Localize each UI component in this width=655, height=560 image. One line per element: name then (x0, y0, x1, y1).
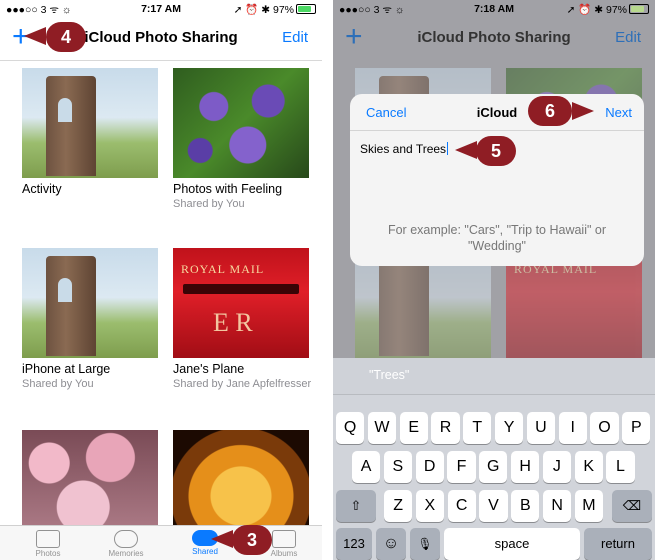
tab-label: Memories (108, 549, 144, 558)
callout-5-arrow (455, 141, 477, 159)
album-janes-plane[interactable]: ROYAL MAIL E R Jane's Plane Shared by Ja… (173, 248, 313, 390)
battery-label: ➚ ⏰ ✱ 97% (566, 4, 627, 16)
key-p[interactable]: P (622, 412, 651, 444)
key-z[interactable]: Z (384, 490, 413, 522)
numbers-key[interactable]: 123 (336, 528, 372, 560)
album-thumbnail (173, 430, 309, 540)
key-i[interactable]: I (558, 412, 587, 444)
key-q[interactable]: Q (336, 412, 365, 444)
album-owner: Shared by You (22, 378, 94, 390)
key-s[interactable]: S (383, 451, 412, 483)
navigation-bar: + iCloud Photo Sharing Edit (333, 18, 655, 60)
key-o[interactable]: O (590, 412, 619, 444)
key-t[interactable]: T (463, 412, 492, 444)
battery-status: ➚ ⏰ ✱ 97% (234, 3, 316, 16)
callout-6-arrow (572, 102, 594, 120)
key-x[interactable]: X (415, 490, 444, 522)
battery-icon (296, 4, 316, 14)
albums-icon (272, 530, 296, 548)
album-owner: Shared by Jane Apfelfresser (173, 378, 312, 390)
status-bar: ●●●○○ 3 ᯤ ☼ 7:17 AM ➚ ⏰ ✱ 97% (0, 0, 322, 18)
key-j[interactable]: J (542, 451, 571, 483)
space-key[interactable]: space (444, 528, 580, 560)
album-thumbnail (173, 68, 309, 178)
key-l[interactable]: L (606, 451, 635, 483)
tab-label: Photos (35, 549, 61, 558)
battery-status: ➚ ⏰ ✱ 97% (567, 3, 649, 16)
album-name-input[interactable]: Skies and Trees (360, 142, 449, 156)
backspace-key[interactable]: ⌫ (612, 490, 652, 522)
suggestion-item[interactable]: "Trees" (369, 368, 409, 382)
album-thumbnail (22, 68, 158, 178)
mailbox-cypher: E R (213, 308, 253, 337)
new-album-dialog: Cancel iCloud Next Skies and Trees For e… (350, 94, 644, 266)
album-photos-with-feeling[interactable]: Photos with Feeling Shared by You (173, 68, 313, 210)
album-thumbnail (22, 248, 158, 358)
album-activity[interactable]: Activity (22, 68, 162, 196)
suggestion-bar: "Trees" (333, 358, 655, 395)
status-bar: ●●●○○ 3 ᯤ ☼ 7:18 AM ➚ ⏰ ✱ 97% (333, 0, 655, 18)
tab-label: Shared (192, 547, 218, 556)
dialog-header: Cancel iCloud Next (350, 94, 644, 131)
album-owner: Shared by You (173, 198, 245, 210)
battery-label: ➚ ⏰ ✱ 97% (233, 4, 294, 16)
key-c[interactable]: C (447, 490, 476, 522)
mailbox-lettering: ROYAL MAIL (181, 262, 265, 276)
tab-label: Albums (270, 549, 298, 558)
emoji-key[interactable]: ☺ (376, 528, 406, 560)
text-cursor (447, 142, 449, 155)
keyboard: "Trees" QWERTYUIOP ASDFGHJKL ZXCVBNM ⇧ ⌫… (333, 358, 655, 560)
callout-3-arrow (211, 530, 233, 548)
album-blossoms[interactable] (22, 430, 162, 540)
callout-4-arrow (24, 27, 46, 45)
key-n[interactable]: N (543, 490, 572, 522)
album-name-hint: For example: "Cars", "Trip to Hawaii" or… (387, 223, 607, 253)
key-w[interactable]: W (367, 412, 396, 444)
key-m[interactable]: M (574, 490, 603, 522)
album-name: Jane's Plane (173, 362, 245, 376)
key-v[interactable]: V (479, 490, 508, 522)
key-h[interactable]: H (511, 451, 540, 483)
edit-button[interactable]: Edit (282, 29, 308, 46)
tab-memories[interactable]: Memories (96, 530, 156, 558)
key-e[interactable]: E (399, 412, 428, 444)
callout-3: 3 (232, 525, 272, 555)
left-screen: ●●●○○ 3 ᯤ ☼ 7:17 AM ➚ ⏰ ✱ 97% + iCloud P… (0, 0, 322, 560)
key-d[interactable]: D (415, 451, 444, 483)
tab-photos[interactable]: Photos (18, 530, 78, 558)
callout-4: 4 (46, 22, 86, 52)
next-button[interactable]: Next (605, 105, 632, 120)
album-thumbnail: ROYAL MAIL E R (173, 248, 309, 358)
shift-key[interactable]: ⇧ (336, 490, 376, 522)
edit-button: Edit (615, 29, 641, 46)
key-f[interactable]: F (447, 451, 476, 483)
album-name: iPhone at Large (22, 362, 111, 376)
key-k[interactable]: K (574, 451, 603, 483)
key-g[interactable]: G (479, 451, 508, 483)
album-pumpkin[interactable] (173, 430, 313, 540)
photos-icon (36, 530, 60, 548)
album-iphone-at-large[interactable]: iPhone at Large Shared by You (22, 248, 162, 390)
key-u[interactable]: U (526, 412, 555, 444)
battery-icon (629, 4, 649, 14)
return-key[interactable]: return (584, 528, 652, 560)
key-b[interactable]: B (511, 490, 540, 522)
memories-icon (114, 530, 138, 548)
callout-5: 5 (476, 136, 516, 166)
key-a[interactable]: A (352, 451, 381, 483)
album-name-value: Skies and Trees (360, 142, 447, 156)
tab-bar: Photos Memories Shared Albums (0, 525, 322, 560)
microphone-key[interactable]: 🎙 (410, 528, 440, 560)
page-title: iCloud Photo Sharing (417, 29, 571, 46)
callout-6: 6 (528, 96, 572, 126)
album-thumbnail (22, 430, 158, 540)
album-name: Photos with Feeling (173, 182, 283, 196)
key-r[interactable]: R (431, 412, 460, 444)
album-name: Activity (22, 182, 62, 196)
key-y[interactable]: Y (495, 412, 524, 444)
right-screen: ●●●○○ 3 ᯤ ☼ 7:18 AM ➚ ⏰ ✱ 97% + iCloud P… (333, 0, 655, 560)
dialog-title: iCloud (476, 105, 518, 120)
